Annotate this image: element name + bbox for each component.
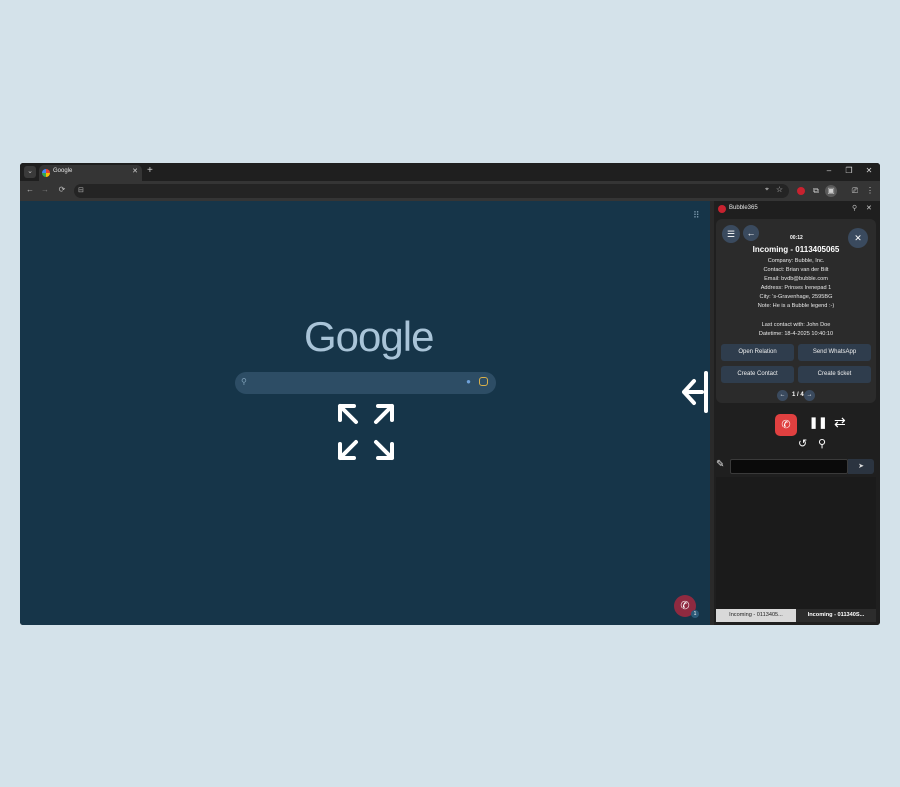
google-apps-icon[interactable]: ⠿ [693,210,700,221]
bubble365-logo-icon [718,205,726,213]
history-icon[interactable]: ↺ [798,437,807,450]
toolbar: ← → ⟳ ⊟ ⌖ ☆ ⧉ ▣ ⎚ ⋮ [20,181,880,201]
google-logo: Google [304,313,434,360]
info-contact: Contact: Brian van der Bilt [763,267,829,274]
info-address: Address: Prinses Irenepad 1 [760,285,832,292]
panel-close-icon[interactable]: ✕ [866,204,872,212]
info-company: Company: Bubble, Inc. [767,258,825,264]
panel-title: Bubble365 [729,205,758,211]
create-ticket-button[interactable]: Create ticket [798,366,871,383]
google-favicon-icon [42,169,50,177]
search-icon: ⚲ [241,377,247,386]
contact-info: Company: Bubble, Inc. Contact: Brian van… [716,257,876,339]
cast-icon[interactable]: ⎚ [849,185,861,197]
call-timer: 00:12 [790,235,803,241]
google-lens-icon[interactable] [479,377,488,386]
address-bar[interactable]: ⊟ ⌖ ☆ [74,184,789,198]
tab-search-icon[interactable]: ⌄ [24,166,36,178]
tab-title: Google [53,168,73,174]
tab-strip: ⌄ Google ✕ + – ❐ ✕ [20,163,880,181]
send-whatsapp-button[interactable]: Send WhatsApp [798,344,871,361]
tab-google[interactable]: Google ✕ [39,165,142,181]
info-datetime: Datetime: 18-4-2025 10:40:10 [758,330,834,337]
pager-text: 1 / 4 [792,392,804,398]
open-relation-button[interactable]: Open Relation [721,344,794,361]
panel-header: Bubble365 ⚲ ✕ [714,201,880,217]
expand-arrows-icon [338,404,394,460]
panel-body [716,477,876,609]
forward-icon[interactable]: → [40,185,50,194]
side-panel-icon[interactable]: ▣ [825,185,837,197]
reload-icon[interactable]: ⟳ [57,185,67,194]
menu-icon[interactable]: ☰ [722,225,740,243]
google-search-input[interactable]: ⚲ ● [235,372,496,394]
bookmark-star-icon[interactable]: ☆ [776,185,783,194]
fab-badge: 1 [691,610,699,618]
extensions-icon[interactable]: ⧉ [810,185,822,197]
pager-prev-icon[interactable]: ← [777,390,788,401]
pin-icon[interactable]: ⚲ [852,204,857,212]
site-info-icon[interactable]: ⊟ [78,186,84,194]
compose-icon[interactable]: ✎ [716,459,724,470]
menu-icon[interactable]: ⋮ [864,185,876,197]
info-note: Note: He is a Bubble legend :-) [757,303,835,310]
minimize-icon[interactable]: – [823,166,835,175]
create-contact-button[interactable]: Create Contact [721,366,794,383]
call-title: Incoming - 0113405065 [752,245,840,254]
search-icon[interactable]: ⚲ [818,437,826,450]
new-tab-button[interactable]: + [147,165,153,176]
tab-close-icon[interactable]: ✕ [132,167,138,175]
call-tab-1[interactable]: Incoming - 0113405... [716,609,796,622]
close-window-icon[interactable]: ✕ [863,166,875,175]
restore-icon[interactable]: ❐ [843,166,855,175]
info-last-contact: Last contact with: John Doe [761,321,831,328]
new-tab-page: ⠿ Google ⚲ ● ✆ 1 [20,201,710,625]
call-tabs: Incoming - 0113405... Incoming - 011340S… [716,609,876,622]
bubble365-extension-icon[interactable] [797,187,805,195]
info-email: Email: bvdb@bubble.com [764,276,828,283]
browser-window: ⌄ Google ✕ + – ❐ ✕ ← → ⟳ ⊟ ⌖ ☆ ⧉ ▣ ⎚ ⋮ ⠿… [20,163,880,625]
note-input[interactable] [730,459,848,474]
microphone-icon[interactable]: ● [466,377,471,386]
call-card: ☰ ← ✕ 00:12 Incoming - 0113405065 Compan… [716,219,876,403]
send-button[interactable]: ➤ [848,459,874,474]
bubble365-side-panel: Bubble365 ⚲ ✕ ☰ ← ✕ 00:12 Incoming - 011… [714,201,880,625]
info-city: City: 's-Gravenhage, 2595BG [759,294,833,301]
transfer-button[interactable]: ⇄ [834,414,846,431]
pager-next-icon[interactable]: → [804,390,815,401]
hangup-button[interactable]: ✆ [775,414,797,436]
back-arrow-icon[interactable]: ← [743,225,759,241]
back-icon[interactable]: ← [25,185,35,194]
call-tab-2[interactable]: Incoming - 011340S... [796,609,876,622]
location-icon[interactable]: ⌖ [765,186,769,194]
pause-button[interactable]: ❚❚ [809,416,827,429]
